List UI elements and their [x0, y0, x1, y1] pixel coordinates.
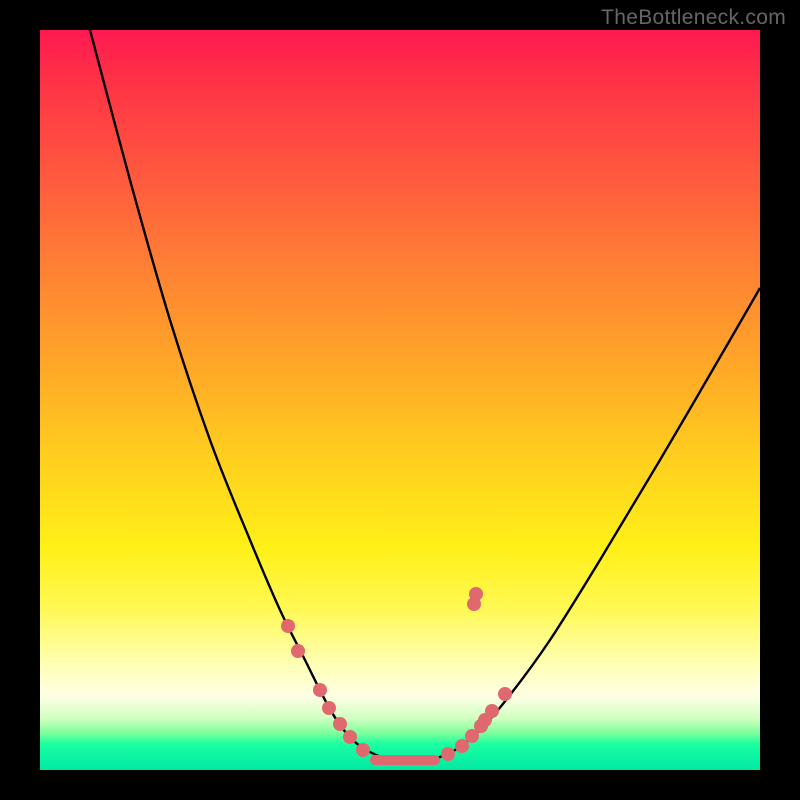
plot-area: [40, 30, 760, 770]
watermark-text: TheBottleneck.com: [601, 6, 786, 30]
curve-marker: [313, 683, 327, 697]
curve-markers: [281, 587, 512, 761]
curve-svg: [40, 30, 760, 770]
curve-marker: [291, 644, 305, 658]
curve-marker: [455, 739, 469, 753]
curve-marker: [356, 743, 370, 757]
curve-line: [90, 30, 760, 760]
curve-marker: [322, 701, 336, 715]
curve-marker: [281, 619, 295, 633]
curve-marker: [469, 587, 483, 601]
curve-marker: [485, 704, 499, 718]
curve-marker: [498, 687, 512, 701]
curve-marker: [333, 717, 347, 731]
curve-marker: [343, 730, 357, 744]
curve-marker: [441, 747, 455, 761]
chart-frame: TheBottleneck.com: [0, 0, 800, 800]
